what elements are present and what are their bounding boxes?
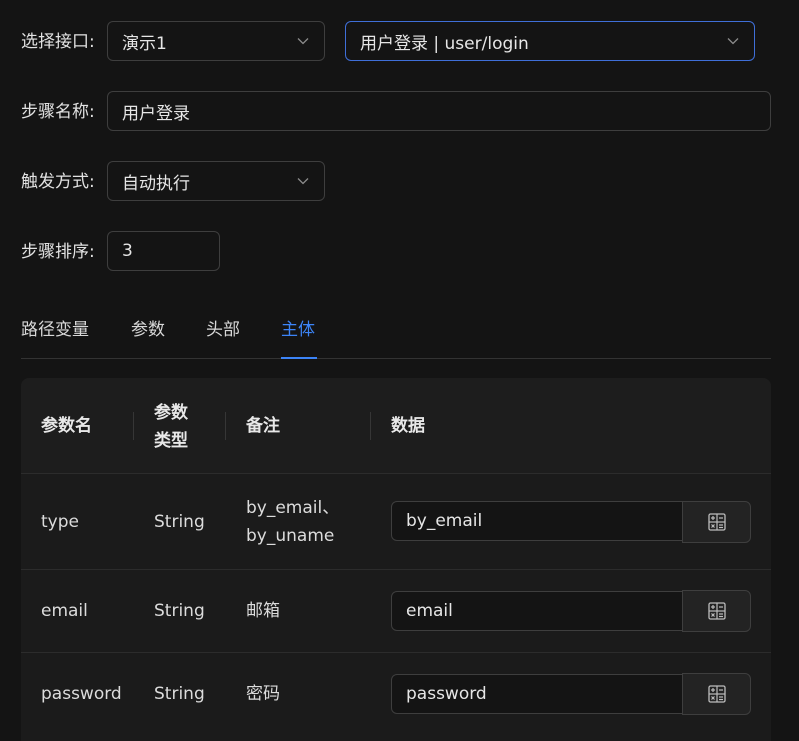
table-header: 参数名 参数 类型 备注 数据 [21,378,771,474]
header-note: 备注 [246,416,280,436]
param-note-line1: by_email、 [246,498,340,518]
chevron-down-icon [297,38,309,45]
tab-params[interactable]: 参数 [131,318,165,358]
header-param-type-line2: 类型 [154,431,188,451]
param-type: String [154,512,205,532]
step-editor: 选择接口: 演示1 用户登录 | user/login 步骤名称: 用户登录 触… [0,0,799,741]
tab-body[interactable]: 主体 [281,318,315,358]
calculator-icon [707,685,726,703]
table-row: type String by_email、 by_uname by_email [21,474,771,570]
calculator-icon [707,513,726,531]
header-divider [225,412,226,440]
table-row: email String 邮箱 email [21,570,771,653]
param-type: String [154,684,205,704]
param-note-line1: 邮箱 [246,601,280,621]
active-tab-indicator [281,357,317,359]
step-name-label: 步骤名称: [21,102,95,122]
header-divider [370,412,371,440]
param-data-input[interactable]: by_email [391,501,683,541]
step-name-value: 用户登录 [122,103,190,124]
body-params-table: 参数名 参数 类型 备注 数据 type String by_email、 by… [21,378,771,741]
param-data-input[interactable]: email [391,591,683,631]
param-name: type [41,512,79,532]
param-note-line2: by_uname [246,526,335,546]
param-data-value: by_email [406,511,483,531]
endpoint-select[interactable]: 用户登录 | user/login [345,21,755,61]
header-param-type-line1: 参数 [154,403,188,423]
interface-label: 选择接口: [21,32,95,52]
param-type: String [154,601,205,621]
table-row: password String 密码 password [21,653,771,741]
param-data-input[interactable]: password [391,674,683,714]
trigger-select-value: 自动执行 [122,173,190,194]
order-input[interactable]: 3 [107,231,220,271]
calculator-button[interactable] [682,501,751,543]
chevron-down-icon [727,38,739,45]
chevron-down-icon [297,178,309,185]
param-name: password [41,684,122,704]
endpoint-select-value: 用户登录 | user/login [360,33,529,54]
step-name-input[interactable]: 用户登录 [107,91,771,131]
param-data-value: email [406,601,453,621]
order-value: 3 [122,241,133,261]
header-divider [133,412,134,440]
calculator-button[interactable] [682,673,751,715]
param-name: email [41,601,88,621]
calculator-icon [707,602,726,620]
order-label: 步骤排序: [21,242,95,262]
project-select[interactable]: 演示1 [107,21,325,61]
header-data: 数据 [391,416,425,436]
calculator-button[interactable] [682,590,751,632]
trigger-label: 触发方式: [21,172,95,192]
trigger-select[interactable]: 自动执行 [107,161,325,201]
request-tabs: 路径变量 参数 头部 主体 [21,318,771,359]
tab-headers[interactable]: 头部 [206,318,240,358]
project-select-value: 演示1 [122,33,167,54]
header-param-name: 参数名 [41,416,92,436]
param-note-line1: 密码 [246,684,280,704]
tab-path-variables[interactable]: 路径变量 [21,318,89,358]
param-data-value: password [406,684,487,704]
